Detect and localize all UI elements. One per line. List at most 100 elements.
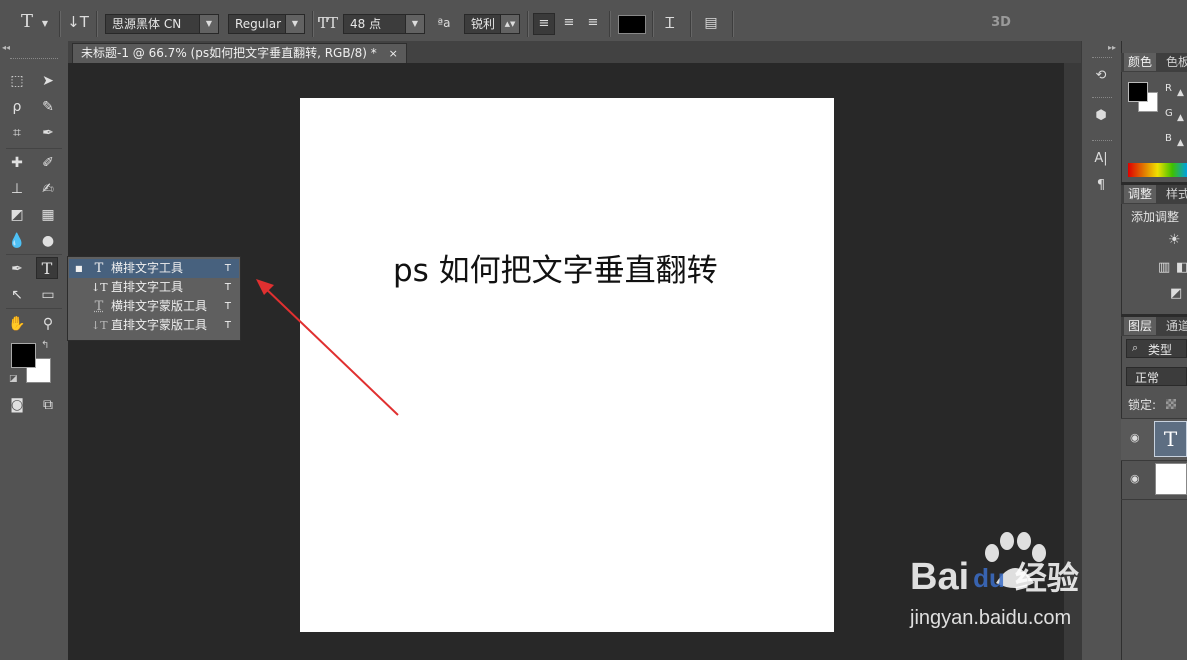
history-brush-tool-icon[interactable]: ✍	[37, 178, 59, 200]
layer-filter-value: 类型	[1148, 343, 1173, 357]
flyout-item-shortcut: T	[224, 282, 231, 293]
type-tool-flyout: ■ T 横排文字工具 T ↓T 直排文字工具 T T 横排文字蒙版工具 T ↓T…	[67, 256, 241, 341]
anti-alias-select[interactable]: 锐利 ▲▼	[464, 14, 520, 34]
tool-preset-chevron-down-icon[interactable]: ▼	[40, 14, 50, 34]
foreground-color-swatch[interactable]	[11, 343, 36, 368]
vertical-type-mask-icon: ↓T	[91, 319, 108, 332]
curves-adjust-icon[interactable]: ◧	[1176, 260, 1187, 275]
chevron-down-icon: ▼	[285, 15, 304, 33]
g-slider-thumb-icon[interactable]: ▲	[1177, 113, 1184, 123]
dodge-tool-icon[interactable]: ●	[37, 230, 59, 252]
b-slider-thumb-icon[interactable]: ▲	[1177, 138, 1184, 148]
zoom-tool-icon[interactable]: ⚲	[37, 313, 59, 335]
paragraph-panel-icon[interactable]: ¶	[1090, 175, 1112, 197]
warp-text-icon[interactable]: Ꮖ	[659, 13, 681, 33]
brightness-adjust-icon[interactable]: ☀	[1168, 232, 1181, 248]
eyedropper-tool-icon[interactable]: ✒	[37, 122, 59, 144]
color-spectrum-bar[interactable]	[1128, 163, 1187, 177]
levels-adjust-icon[interactable]: ▥	[1158, 260, 1170, 275]
flyout-item-shortcut: T	[224, 320, 231, 331]
default-colors-icon[interactable]: ◪	[9, 374, 18, 384]
align-center-icon[interactable]: ≡	[558, 13, 580, 33]
baidu-jingyan-watermark: Bai du 经验 jingyan.baidu.com	[910, 532, 1135, 635]
type-tool-button-icon[interactable]: T	[36, 257, 58, 279]
lock-transparency-icon[interactable]	[1166, 399, 1176, 409]
search-icon: ⌕	[1132, 341, 1139, 354]
align-left-icon[interactable]: ≡	[533, 13, 555, 35]
flyout-item-shortcut: T	[224, 301, 231, 312]
tab-styles[interactable]: 样式	[1162, 185, 1187, 203]
clone-stamp-tool-icon[interactable]: ⊥	[6, 178, 28, 200]
flyout-item-horizontal-type-mask[interactable]: T 横排文字蒙版工具 T	[69, 297, 239, 316]
eraser-tool-icon[interactable]: ◩	[6, 204, 28, 226]
selected-bullet-icon: ■	[75, 264, 83, 273]
swap-colors-icon[interactable]: ↰	[41, 340, 49, 351]
screen-mode-icon[interactable]: ⧉	[37, 394, 59, 416]
eye-visibility-icon[interactable]: ◉	[1130, 431, 1140, 444]
flyout-item-label: 横排文字蒙版工具	[111, 299, 208, 313]
tab-layers[interactable]: 图层	[1124, 317, 1157, 335]
crop-tool-icon[interactable]: ⌗	[6, 122, 28, 144]
brush-tool-icon[interactable]: ✐	[37, 152, 59, 174]
flyout-item-label: 横排文字工具	[111, 261, 184, 275]
eye-visibility-icon[interactable]: ◉	[1130, 472, 1140, 485]
tab-color[interactable]: 颜色	[1124, 53, 1157, 71]
watermark-brand: Bai du 经验	[910, 553, 1079, 599]
foreground-color-chip[interactable]	[1128, 82, 1148, 102]
chevron-down-icon: ▼	[199, 15, 218, 33]
flyout-item-horizontal-type[interactable]: ■ T 横排文字工具 T	[69, 259, 239, 278]
quick-mask-icon[interactable]: ◙	[6, 394, 28, 416]
blur-tool-icon[interactable]: 💧	[6, 230, 28, 252]
arrow-shaft	[261, 284, 399, 416]
move-tool-icon[interactable]: ➤	[37, 70, 59, 92]
flyout-item-label: 直排文字蒙版工具	[111, 318, 208, 332]
toolbox-grip[interactable]	[10, 58, 58, 61]
watermark-du: du	[973, 563, 1005, 593]
document-tab-title: 未标题-1 @ 66.7% (ps如何把文字垂直翻转, RGB/8) *	[81, 46, 377, 60]
rectangle-tool-icon[interactable]: ▭	[37, 284, 59, 306]
flyout-item-vertical-type[interactable]: ↓T 直排文字工具 T	[69, 278, 239, 297]
hand-tool-icon[interactable]: ✋	[6, 313, 28, 335]
watermark-jingyan-cn: 经验	[1014, 560, 1079, 596]
3d-panel-icon[interactable]: ⬢	[1090, 105, 1112, 127]
character-panel-icon[interactable]: ▤	[700, 13, 722, 33]
align-right-icon[interactable]: ≡	[582, 13, 604, 33]
collapse-toolbox-icon[interactable]: ◂◂	[2, 43, 10, 52]
healing-brush-tool-icon[interactable]: ✚	[6, 152, 28, 174]
font-family-select[interactable]: 思源黑体 CN ▼	[105, 14, 219, 34]
canvas-text-layer[interactable]: ps 如何把文字垂直翻转	[393, 245, 718, 290]
exposure-adjust-icon[interactable]: ◩	[1170, 286, 1182, 301]
character-panel-icon[interactable]: A|	[1090, 148, 1112, 170]
tab-channels[interactable]: 通道	[1162, 317, 1187, 335]
chevron-updown-icon: ▲▼	[500, 15, 519, 33]
path-selection-tool-icon[interactable]: ↖	[6, 284, 28, 306]
anti-alias-value: 锐利	[471, 17, 496, 31]
lasso-tool-icon[interactable]: ρ	[6, 96, 28, 118]
layer-filter-select[interactable]: ⌕ 类型	[1126, 339, 1187, 358]
font-style-select[interactable]: Regular ▼	[228, 14, 305, 34]
add-adjustment-label: 添加调整	[1131, 210, 1180, 224]
tab-adjustments[interactable]: 调整	[1124, 185, 1157, 203]
quick-select-tool-icon[interactable]: ✎	[37, 96, 59, 118]
close-tab-icon[interactable]: ×	[389, 47, 398, 60]
gradient-tool-icon[interactable]: ▦	[37, 204, 59, 226]
blend-mode-select[interactable]: 正常	[1126, 367, 1187, 386]
flyout-item-vertical-type-mask[interactable]: ↓T 直排文字蒙版工具 T	[69, 316, 239, 335]
toggle-text-orientation-icon[interactable]: ↓T	[66, 12, 90, 32]
background-layer-thumbnail[interactable]	[1155, 463, 1187, 495]
text-color-swatch[interactable]	[618, 15, 646, 34]
3d-mode-label[interactable]: 3D	[985, 13, 1017, 33]
history-panel-icon[interactable]: ⟲	[1090, 65, 1112, 87]
marquee-tool-icon[interactable]: ⬚	[6, 70, 28, 92]
font-size-select[interactable]: 48 点 ▼	[343, 14, 425, 34]
document-tab[interactable]: 未标题-1 @ 66.7% (ps如何把文字垂直翻转, RGB/8) * ×	[72, 43, 407, 63]
collapse-dock-icon[interactable]: ▸▸	[1108, 43, 1116, 52]
channel-b-label: B	[1165, 133, 1172, 144]
font-size-icon: ͲT	[317, 14, 338, 32]
r-slider-thumb-icon[interactable]: ▲	[1177, 88, 1184, 98]
tab-swatches[interactable]: 色板	[1162, 53, 1187, 71]
pen-tool-icon[interactable]: ✒	[6, 258, 28, 280]
font-style-value: Regular	[235, 17, 282, 31]
type-tool-icon[interactable]: T	[16, 12, 38, 32]
lock-label: 锁定:	[1128, 398, 1157, 412]
